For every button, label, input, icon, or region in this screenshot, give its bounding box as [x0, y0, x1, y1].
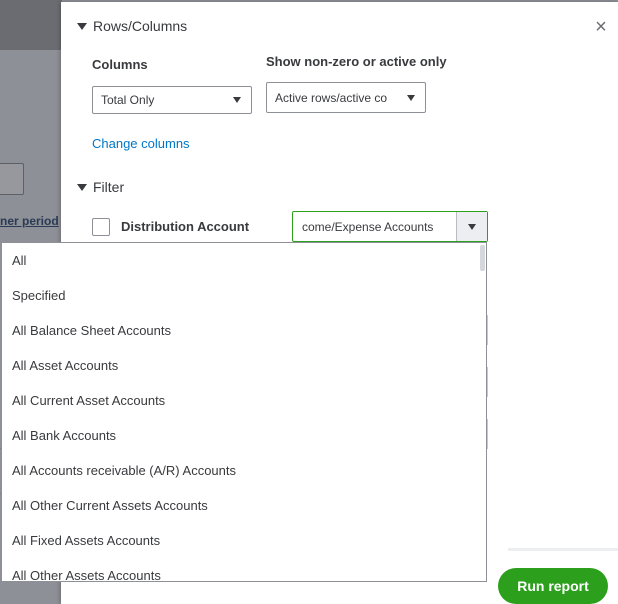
filter-label: Filter	[93, 179, 125, 195]
chevron-down-icon	[468, 223, 476, 230]
distribution-account-dropdown-button[interactable]	[456, 212, 487, 241]
background-period-link: ner period	[0, 214, 59, 228]
option-all-asset-accounts[interactable]: All Asset Accounts	[2, 348, 486, 383]
show-nonzero-select[interactable]: Active rows/active co	[266, 82, 426, 113]
background-header	[0, 0, 62, 50]
hidden-field-edge	[487, 315, 488, 345]
chevron-down-icon	[407, 94, 415, 101]
option-all-accounts-receivable-accounts[interactable]: All Accounts receivable (A/R) Accounts	[2, 453, 486, 488]
option-all-other-current-assets-accounts[interactable]: All Other Current Assets Accounts	[2, 488, 486, 523]
filter-section-toggle[interactable]: Filter	[77, 179, 124, 195]
option-all-bank-accounts[interactable]: All Bank Accounts	[2, 418, 486, 453]
rows-columns-label: Rows/Columns	[93, 18, 188, 34]
distribution-account-combobox[interactable]: come/Expense Accounts	[292, 211, 488, 242]
distribution-account-label: Distribution Account	[121, 219, 250, 234]
option-all-current-asset-accounts[interactable]: All Current Asset Accounts	[2, 383, 486, 418]
background-input	[0, 163, 24, 195]
hidden-field-edge	[487, 419, 488, 449]
caret-down-icon	[77, 183, 87, 191]
close-icon[interactable]: ×	[592, 17, 610, 37]
distribution-account-checkbox[interactable]	[92, 218, 110, 236]
option-all-fixed-assets-accounts[interactable]: All Fixed Assets Accounts	[2, 523, 486, 558]
columns-label: Columns	[92, 57, 148, 72]
distribution-account-options-list: All Specified All Balance Sheet Accounts…	[1, 242, 487, 582]
change-columns-link[interactable]: Change columns	[92, 136, 190, 151]
option-all-other-assets-accounts[interactable]: All Other Assets Accounts	[2, 558, 486, 581]
distribution-account-input[interactable]: come/Expense Accounts	[293, 220, 456, 234]
show-nonzero-select-value: Active rows/active co	[275, 90, 388, 105]
show-nonzero-label: Show non-zero or active only	[266, 54, 447, 69]
columns-select[interactable]: Total Only	[92, 86, 252, 114]
hidden-field-edge	[487, 367, 488, 397]
option-all[interactable]: All	[2, 243, 486, 278]
footer-divider	[508, 548, 618, 551]
option-all-balance-sheet-accounts[interactable]: All Balance Sheet Accounts	[2, 313, 486, 348]
caret-down-icon	[77, 22, 87, 30]
columns-select-value: Total Only	[101, 93, 155, 107]
option-specified[interactable]: Specified	[2, 278, 486, 313]
rows-columns-section-toggle[interactable]: Rows/Columns	[77, 18, 187, 34]
chevron-down-icon	[233, 97, 241, 103]
scrollbar-thumb[interactable]	[480, 245, 485, 271]
run-report-button[interactable]: Run report	[498, 568, 608, 604]
